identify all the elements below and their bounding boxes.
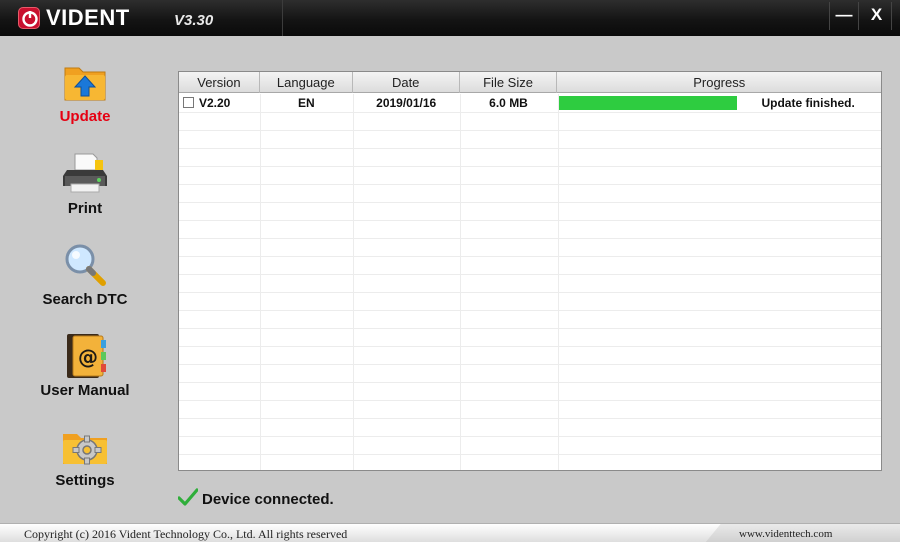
footer-bar: Copyright (c) 2016 Vident Technology Co.…	[0, 523, 900, 542]
minimize-button[interactable]: —	[829, 2, 859, 30]
grid-column-line	[353, 94, 354, 470]
cell-language: EN	[297, 96, 315, 110]
app-logo-text: VIDENT	[46, 5, 130, 30]
grid-row-line	[179, 274, 881, 275]
table-body: V2.20 EN 2019/01/16 6.0 MB Update finish…	[179, 94, 881, 470]
website-panel: www.videnttech.com	[705, 524, 900, 542]
app-logo: VIDENT	[18, 5, 130, 31]
nav-label-search-dtc: Search DTC	[42, 291, 128, 308]
column-header-date[interactable]: Date	[353, 72, 460, 93]
cell-file-size: 6.0 MB	[489, 96, 528, 110]
table-row[interactable]: V2.20 EN 2019/01/16 6.0 MB Update finish…	[179, 94, 881, 112]
version-value: V2.20	[199, 96, 231, 110]
grid-row-line	[179, 454, 881, 455]
grid-row-line	[179, 202, 881, 203]
website-link[interactable]: www.videnttech.com	[739, 528, 832, 540]
grid-row-line	[179, 238, 881, 239]
grid-row-line	[179, 418, 881, 419]
progress-status-text: Update finished.	[761, 96, 855, 110]
connection-status: Device connected.	[177, 487, 334, 511]
title-bar: VIDENT V3.30 — X	[0, 0, 900, 36]
grid-row-line	[179, 400, 881, 401]
grid-column-line	[558, 94, 559, 470]
grid-row-line	[179, 148, 881, 149]
gear-folder-icon	[61, 422, 109, 470]
nav-label-settings: Settings	[55, 472, 115, 489]
sidebar-nav: Update Print Search DTC @ User Manual Se…	[0, 36, 170, 516]
close-button[interactable]: X	[862, 2, 892, 30]
title-divider	[282, 0, 283, 36]
vident-logo-icon	[18, 7, 40, 29]
table-header: Version Language Date File Size Progress	[179, 72, 881, 93]
nav-item-search-dtc[interactable]: Search DTC	[10, 241, 160, 308]
column-header-version[interactable]: Version	[179, 72, 260, 93]
row-checkbox[interactable]	[183, 97, 194, 108]
grid-row-line	[179, 346, 881, 347]
app-version: V3.30	[174, 12, 214, 29]
svg-text:@: @	[78, 345, 98, 369]
grid-row-line	[179, 328, 881, 329]
nav-item-print[interactable]: Print	[10, 150, 160, 217]
grid-column-line	[260, 94, 261, 470]
printer-icon	[61, 150, 109, 198]
address-book-icon: @	[61, 332, 109, 380]
cell-date: 2019/01/16	[376, 96, 437, 110]
grid-row-line	[179, 256, 881, 257]
grid-row-line	[179, 112, 881, 113]
checkmark-icon	[177, 487, 199, 511]
nav-label-update: Update	[59, 108, 111, 125]
nav-item-update[interactable]: Update	[10, 58, 160, 125]
update-folder-icon	[61, 58, 109, 106]
nav-item-user-manual[interactable]: @ User Manual	[10, 332, 160, 399]
cell-progress: Update finished.	[557, 94, 881, 112]
cell-version: V2.20	[179, 94, 260, 112]
grid-row-line	[179, 220, 881, 221]
copyright-text: Copyright (c) 2016 Vident Technology Co.…	[24, 527, 348, 541]
progress-bar	[559, 96, 738, 110]
grid-row-line	[179, 382, 881, 383]
column-header-file-size[interactable]: File Size	[460, 72, 558, 93]
nav-label-print: Print	[67, 200, 103, 217]
grid-row-line	[179, 166, 881, 167]
grid-row-line	[179, 310, 881, 311]
nav-item-settings[interactable]: Settings	[10, 422, 160, 489]
column-header-language[interactable]: Language	[260, 72, 353, 93]
grid-row-line	[179, 436, 881, 437]
nav-label-user-manual: User Manual	[40, 382, 130, 399]
status-text: Device connected.	[202, 490, 334, 508]
grid-row-line	[179, 364, 881, 365]
magnifier-icon	[61, 241, 109, 289]
grid-row-line	[179, 292, 881, 293]
grid-column-line	[460, 94, 461, 470]
column-header-progress[interactable]: Progress	[557, 72, 881, 93]
grid-row-line	[179, 130, 881, 131]
progress-bar-fill	[559, 96, 738, 110]
grid-row-line	[179, 184, 881, 185]
update-table: Version Language Date File Size Progress…	[178, 71, 882, 471]
